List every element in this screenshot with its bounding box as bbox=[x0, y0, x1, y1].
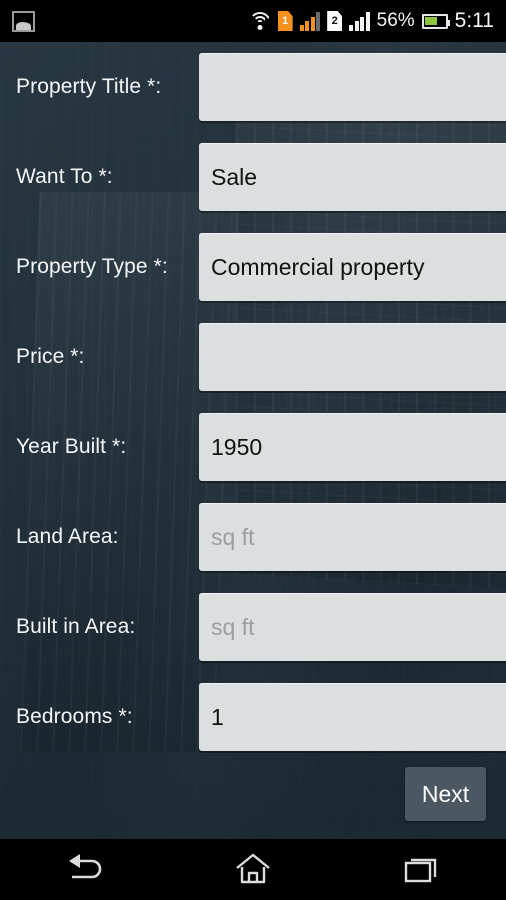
gallery-icon bbox=[12, 10, 35, 32]
app-content: Property Title *: Want To *: Property Ty… bbox=[0, 42, 506, 838]
field-row-price: Price *: bbox=[0, 323, 506, 391]
field-row-year-built: Year Built *: bbox=[0, 413, 506, 481]
battery-percent-label: 56% bbox=[376, 10, 415, 31]
input-built-in-area[interactable] bbox=[199, 593, 506, 661]
label-price: Price *: bbox=[16, 345, 85, 368]
android-nav-bar bbox=[0, 838, 506, 900]
label-land-area: Land Area: bbox=[16, 525, 119, 548]
battery-icon bbox=[421, 13, 450, 29]
input-bedrooms[interactable] bbox=[199, 683, 506, 751]
field-row-property-title: Property Title *: bbox=[0, 53, 506, 121]
field-row-bedrooms: Bedrooms *: bbox=[0, 683, 506, 751]
label-built-in-area: Built in Area: bbox=[16, 615, 136, 638]
input-property-type[interactable] bbox=[199, 233, 506, 301]
sim2-icon: 2 bbox=[327, 11, 343, 31]
sim2-signal-icon bbox=[349, 11, 370, 31]
input-want-to[interactable] bbox=[199, 143, 506, 211]
form-actions: Next bbox=[0, 767, 498, 821]
sim1-icon: 1 bbox=[277, 11, 293, 31]
phone-screen: 1 2 56% 5:11 Property Title *: Want To *… bbox=[0, 0, 506, 900]
nav-home-button[interactable] bbox=[169, 838, 338, 900]
property-details-form: Property Title *: Want To *: Property Ty… bbox=[0, 42, 506, 821]
status-bar-indicators: 1 2 56% 5:11 bbox=[248, 9, 506, 33]
nav-recents-button[interactable] bbox=[337, 838, 506, 900]
label-bedrooms: Bedrooms *: bbox=[16, 705, 133, 728]
field-row-built-in-area: Built in Area: bbox=[0, 593, 506, 661]
recent-apps-icon bbox=[404, 858, 436, 883]
label-want-to: Want To *: bbox=[16, 165, 113, 188]
label-year-built: Year Built *: bbox=[16, 435, 127, 458]
field-row-land-area: Land Area: bbox=[0, 503, 506, 571]
input-land-area[interactable] bbox=[199, 503, 506, 571]
sim1-signal-icon bbox=[299, 11, 321, 31]
home-icon bbox=[236, 853, 270, 884]
field-row-property-type: Property Type *: bbox=[0, 233, 506, 301]
wifi-icon bbox=[248, 12, 271, 30]
field-row-want-to: Want To *: bbox=[0, 143, 506, 211]
back-arrow-icon bbox=[69, 854, 102, 879]
nav-divider bbox=[0, 838, 506, 839]
clock-label: 5:11 bbox=[454, 9, 494, 32]
input-price[interactable] bbox=[199, 323, 506, 391]
nav-back-button[interactable] bbox=[0, 838, 169, 900]
label-property-type: Property Type *: bbox=[16, 255, 168, 278]
next-button[interactable]: Next bbox=[405, 767, 486, 821]
input-year-built[interactable] bbox=[199, 413, 506, 481]
status-bar: 1 2 56% 5:11 bbox=[0, 0, 506, 42]
label-property-title: Property Title *: bbox=[16, 75, 162, 98]
status-bar-notifications bbox=[0, 10, 35, 32]
input-property-title[interactable] bbox=[199, 53, 506, 121]
